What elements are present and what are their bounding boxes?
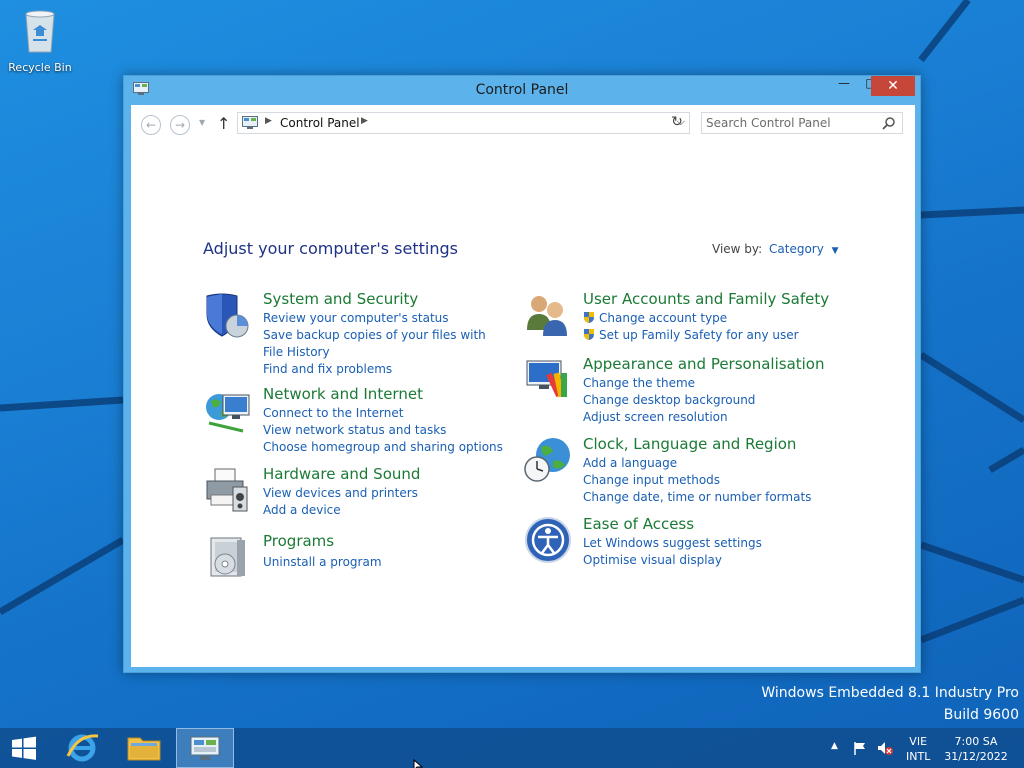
category-title[interactable]: Clock, Language and Region	[583, 435, 796, 453]
watermark-build: Build 9600	[943, 707, 1019, 723]
view-by-label: View by:	[712, 242, 763, 256]
search-input[interactable]	[706, 115, 876, 131]
category-title[interactable]: Network and Internet	[263, 385, 423, 403]
chevron-down-icon: ▼	[199, 118, 206, 127]
volume-muted-icon[interactable]	[876, 740, 894, 756]
category-title[interactable]: Ease of Access	[583, 515, 694, 533]
category-link[interactable]: Uninstall a program	[263, 554, 503, 571]
internet-explorer-icon	[66, 734, 99, 762]
category-link[interactable]: Change the theme	[583, 375, 823, 392]
language-code: VIE	[909, 735, 928, 748]
title-bar[interactable]: Control Panel — □ ✕	[124, 76, 920, 104]
recent-locations-button[interactable]: ▼	[199, 118, 205, 127]
recycle-bin-icon	[25, 10, 55, 53]
windows-watermark: Windows Embedded 8.1 Industry Pro Build …	[761, 684, 1019, 724]
category-title[interactable]: System and Security	[263, 290, 418, 308]
clock-date: 31/12/2022	[944, 750, 1008, 763]
category-link[interactable]: Choose homegroup and sharing options	[263, 439, 503, 456]
up-arrow-icon: ↑	[217, 114, 231, 133]
category-link[interactable]: Change desktop background	[583, 392, 823, 409]
navigation-bar: ← → ▼ ↑ ▶ Control Panel ▶ ⌵ ↻	[131, 105, 915, 141]
category-link[interactable]: Change account type	[583, 310, 823, 327]
forward-button[interactable]: →	[170, 115, 190, 135]
category-link[interactable]: Add a language	[583, 455, 823, 472]
recycle-bin-label: Recycle Bin	[8, 61, 72, 74]
category-title[interactable]: User Accounts and Family Safety	[583, 290, 829, 308]
ease-of-access-icon	[525, 517, 571, 563]
window-content: ← → ▼ ↑ ▶ Control Panel ▶ ⌵ ↻ Search Con…	[131, 105, 915, 667]
back-arrow-icon: ←	[145, 118, 157, 132]
refresh-icon: ↻	[671, 114, 683, 130]
taskbar: ▲ VIE INTL 7:00 SA 31/12/2022	[0, 728, 1024, 768]
search-icon[interactable]	[882, 116, 896, 130]
category-link[interactable]: Review your computer's status	[263, 310, 503, 327]
forward-arrow-icon: →	[174, 118, 186, 132]
close-button[interactable]: ✕	[871, 76, 915, 96]
uac-shield-icon	[584, 312, 594, 323]
category-link[interactable]: Change date, time or number formats	[583, 489, 823, 506]
category-link[interactable]: Save backup copies of your files with Fi…	[263, 327, 503, 361]
action-center-flag-icon[interactable]	[852, 740, 868, 756]
category-link[interactable]: Add a device	[263, 502, 503, 519]
chevron-down-icon: ▼	[831, 246, 839, 256]
windows-logo-icon	[12, 736, 36, 760]
clock-globe-icon	[524, 438, 570, 482]
input-language-indicator[interactable]: VIE INTL	[906, 734, 930, 768]
back-button[interactable]: ←	[141, 115, 161, 135]
page-heading: Adjust your computer's settings	[203, 239, 458, 258]
breadcrumb-control-panel[interactable]: Control Panel	[280, 116, 360, 130]
breadcrumb-separator-icon[interactable]: ▶	[265, 116, 272, 126]
recycle-bin[interactable]: Recycle Bin	[6, 6, 74, 74]
category-link-text[interactable]: Change account type	[599, 311, 727, 325]
category-link[interactable]: View devices and printers	[263, 485, 503, 502]
category-title[interactable]: Programs	[263, 532, 334, 550]
up-button[interactable]: ↑	[217, 114, 230, 133]
category-link[interactable]: Let Windows suggest settings	[583, 535, 823, 552]
category-link[interactable]: Find and fix problems	[263, 361, 503, 378]
show-hidden-icons-button[interactable]: ▲	[831, 741, 838, 768]
printer-icon	[206, 468, 248, 512]
watermark-edition: Windows Embedded 8.1 Industry Pro	[761, 685, 1019, 701]
category-link[interactable]: Connect to the Internet	[263, 405, 503, 422]
taskbar-internet-explorer[interactable]	[60, 728, 104, 768]
control-panel-icon	[190, 736, 220, 760]
mouse-cursor-icon	[413, 759, 423, 768]
users-icon	[527, 296, 567, 336]
start-button[interactable]	[6, 728, 42, 768]
category-link[interactable]: Set up Family Safety for any user	[583, 327, 823, 344]
clock-time: 7:00 SA	[954, 735, 998, 748]
taskbar-control-panel[interactable]	[176, 728, 234, 768]
breadcrumb-separator-icon[interactable]: ▶	[361, 116, 368, 126]
taskbar-file-explorer[interactable]	[122, 728, 166, 768]
category-title[interactable]: Hardware and Sound	[263, 465, 420, 483]
refresh-button[interactable]: ↻	[668, 114, 686, 132]
clock[interactable]: 7:00 SA 31/12/2022	[944, 734, 1008, 768]
category-link[interactable]: Change input methods	[583, 472, 823, 489]
category-link[interactable]: View network status and tasks	[263, 422, 503, 439]
category-link-text[interactable]: Set up Family Safety for any user	[599, 328, 799, 342]
network-icon	[206, 394, 250, 433]
appearance-icon	[526, 360, 567, 398]
minimize-button[interactable]: —	[830, 76, 858, 96]
category-link[interactable]: Optimise visual display	[583, 552, 823, 569]
uac-shield-icon	[584, 329, 594, 340]
view-by-value[interactable]: Category	[769, 242, 824, 256]
control-panel-window: Control Panel — □ ✕ ← → ▼ ↑ ▶ Control Pa…	[123, 75, 921, 673]
shield-icon	[206, 293, 249, 338]
category-link[interactable]: Adjust screen resolution	[583, 409, 823, 426]
view-by-dropdown[interactable]: Category ▼	[769, 242, 839, 256]
search-box[interactable]	[701, 112, 903, 134]
window-title: Control Panel	[475, 82, 569, 98]
address-bar[interactable]: ▶ Control Panel ▶ ⌵	[237, 112, 690, 134]
control-panel-icon	[242, 116, 258, 129]
category-title[interactable]: Appearance and Personalisation	[583, 355, 825, 373]
keyboard-layout: INTL	[906, 750, 931, 763]
folder-icon	[127, 737, 161, 761]
programs-icon	[210, 537, 245, 577]
